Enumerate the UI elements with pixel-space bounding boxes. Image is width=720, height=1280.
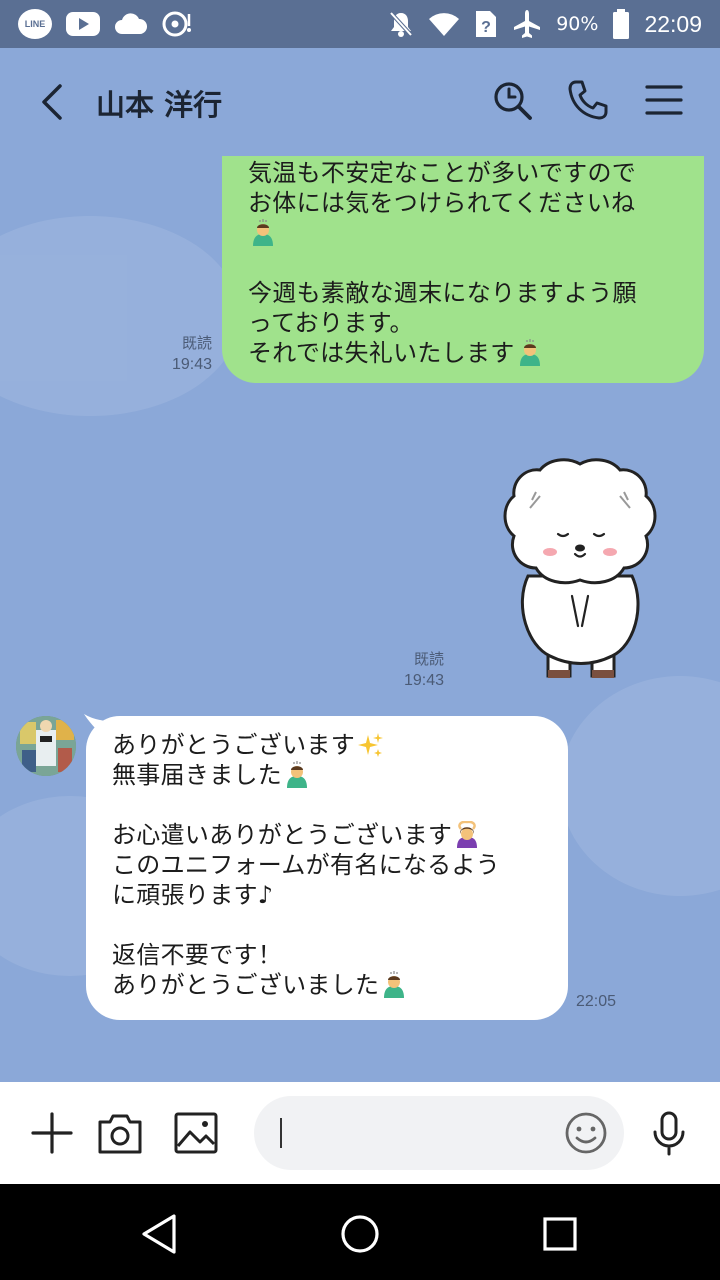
system-navigation-bar xyxy=(0,1184,720,1280)
person-bowing-emoji-icon xyxy=(384,971,405,998)
person-gesturing-ok-emoji-icon xyxy=(457,821,478,848)
message-time: 19:43 xyxy=(171,356,212,373)
message-line: っております。 xyxy=(248,309,414,337)
avatar-image xyxy=(16,716,76,776)
recents-square-icon[interactable] xyxy=(536,1210,584,1258)
message-meta: 既読 19:43 xyxy=(390,648,444,692)
clock: 22:09 xyxy=(644,10,702,37)
cloud-icon xyxy=(115,13,148,34)
airplane-icon xyxy=(514,10,541,38)
line-icon: LINE xyxy=(18,9,52,39)
message-line: このユニフォームが有名になるよう xyxy=(112,851,501,879)
svg-text:?: ? xyxy=(481,19,491,36)
person-bowing-emoji-icon xyxy=(519,339,540,366)
plus-icon[interactable] xyxy=(29,1110,75,1156)
message-line: 返信不要です！ xyxy=(112,941,283,969)
chat-area[interactable]: 気温も不安定なことが多いですので お体には気をつけられてくださいね 今週も素敵な… xyxy=(0,156,720,1082)
mute-icon xyxy=(389,11,413,37)
message-line: お心遣いありがとうございます xyxy=(112,821,453,849)
text-caret xyxy=(280,1118,282,1148)
message-line: 無事届きました xyxy=(112,761,283,789)
read-receipt: 既読 xyxy=(181,334,212,352)
home-circle-icon[interactable] xyxy=(336,1210,384,1258)
youtube-icon xyxy=(66,12,100,36)
music-icon xyxy=(162,11,191,37)
read-receipt: 既読 xyxy=(413,650,444,668)
message-line: 気温も不安定なことが多いですので xyxy=(248,159,637,187)
message-meta: 既読 19:43 xyxy=(150,332,212,376)
battery-icon xyxy=(613,9,630,39)
search-icon[interactable] xyxy=(490,78,534,122)
camera-icon[interactable] xyxy=(97,1110,143,1156)
back-triangle-icon[interactable] xyxy=(138,1210,186,1258)
image-icon[interactable] xyxy=(173,1110,219,1156)
message-line: それでは失礼いたします xyxy=(248,339,515,367)
message-time: 22:05 xyxy=(576,993,617,1010)
background-cloud xyxy=(560,676,720,896)
message-line: 今週も素敵な週末になりますよう願 xyxy=(248,279,637,307)
message-line: お体には気をつけられてくださいね xyxy=(248,189,636,217)
message-line: ありがとうございます xyxy=(112,731,355,759)
back-icon[interactable] xyxy=(30,78,74,126)
emoji-icon[interactable] xyxy=(563,1110,609,1156)
sheep-sticker[interactable] xyxy=(500,456,660,686)
chat-header: 山本 洋行 xyxy=(0,48,720,156)
menu-icon[interactable] xyxy=(642,78,686,122)
unknown-sim-icon: ? xyxy=(476,11,497,37)
microphone-icon[interactable] xyxy=(646,1110,692,1156)
message-time: 19:43 xyxy=(403,672,444,689)
outgoing-message-bubble[interactable]: 気温も不安定なことが多いですので お体には気をつけられてくださいね 今週も素敵な… xyxy=(222,156,704,383)
background-cloud xyxy=(0,216,240,416)
battery-percent: 90% xyxy=(556,13,599,35)
message-meta: 22:05 xyxy=(576,991,626,1013)
status-bar: LINE ? 90% 22:09 xyxy=(0,0,720,48)
contact-name[interactable]: 山本 洋行 xyxy=(96,82,222,124)
message-input-bar xyxy=(0,1082,720,1184)
incoming-message-bubble[interactable]: ありがとうございます 無事届きました お心遣いありがとうございます このユニフォ… xyxy=(86,716,568,1020)
person-bowing-emoji-icon xyxy=(287,761,308,788)
sparkles-emoji-icon xyxy=(358,733,383,757)
contact-avatar[interactable] xyxy=(16,716,76,776)
wifi-icon xyxy=(429,13,460,37)
message-line: に頑張ります♪ xyxy=(112,881,274,909)
person-bowing-emoji-icon xyxy=(253,219,273,246)
message-line: ありがとうございました xyxy=(112,971,380,999)
phone-icon[interactable] xyxy=(566,78,610,122)
